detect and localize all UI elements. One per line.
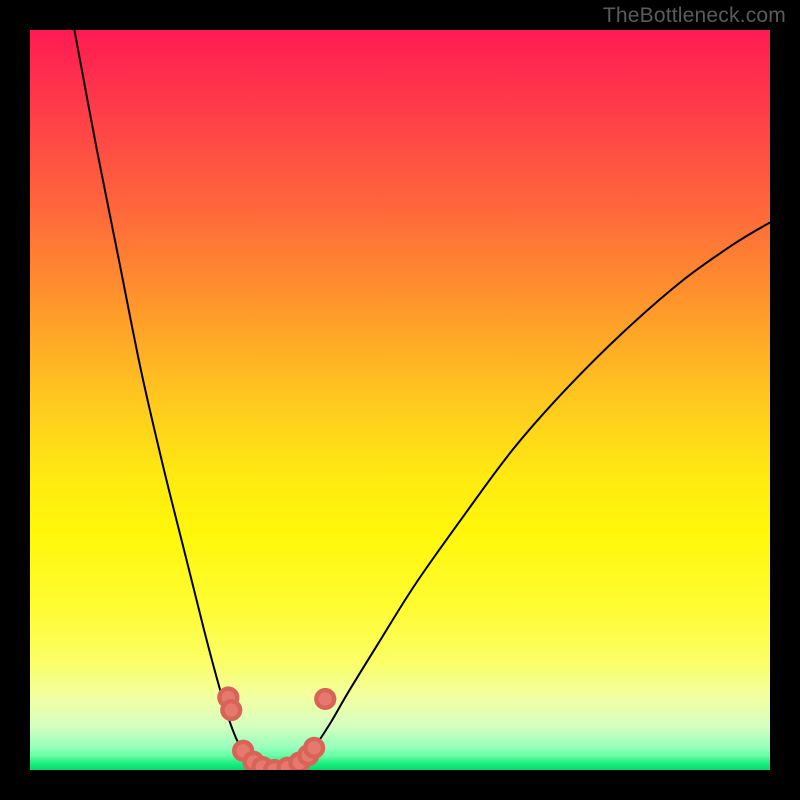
marker-dot: [305, 739, 323, 757]
watermark-text: TheBottleneck.com: [603, 4, 786, 28]
marker-group: [219, 689, 334, 770]
chart-svg: [30, 30, 770, 770]
marker-dot: [222, 701, 240, 719]
marker-dot: [316, 690, 334, 708]
plot-area: [30, 30, 770, 770]
bottleneck-curve: [74, 30, 770, 770]
